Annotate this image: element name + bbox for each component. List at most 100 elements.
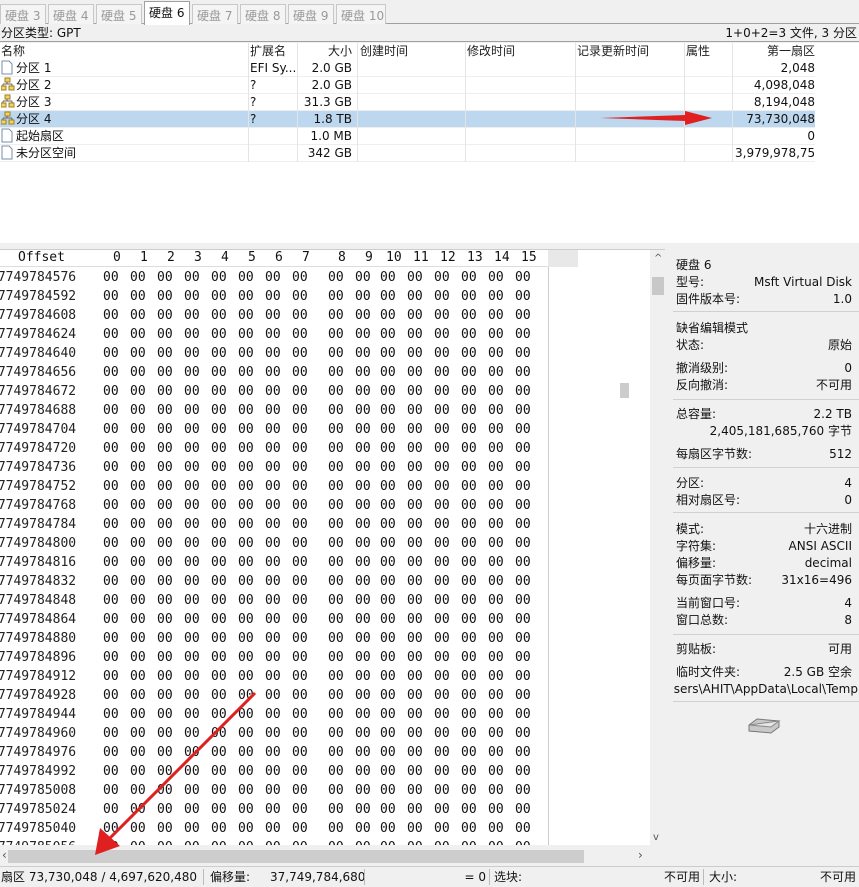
hex-byte[interactable]: 00 — [265, 800, 281, 819]
hex-byte[interactable]: 00 — [184, 553, 200, 572]
col-ext[interactable]: 扩展名 — [250, 43, 286, 60]
hex-byte[interactable]: 00 — [407, 724, 423, 743]
hex-byte[interactable]: 00 — [265, 534, 281, 553]
hex-byte[interactable]: 00 — [157, 268, 173, 287]
hex-byte[interactable]: 00 — [380, 268, 396, 287]
hex-byte[interactable]: 00 — [488, 629, 504, 648]
hex-byte[interactable]: 00 — [238, 325, 254, 344]
hex-byte[interactable]: 00 — [407, 667, 423, 686]
hex-byte[interactable]: 00 — [355, 458, 371, 477]
hex-byte[interactable]: 00 — [488, 496, 504, 515]
tab-disk[interactable]: 硬盘 10 — [336, 4, 386, 24]
hex-byte[interactable]: 00 — [434, 306, 450, 325]
tab-disk[interactable]: 硬盘 5 — [96, 4, 142, 24]
hex-byte[interactable]: 00 — [292, 762, 308, 781]
partition-row[interactable]: 分区 2? 2.0 GB 4,098,048 — [0, 77, 815, 94]
hex-byte[interactable]: 00 — [355, 363, 371, 382]
hex-byte[interactable]: 00 — [238, 648, 254, 667]
hex-byte[interactable]: 00 — [103, 629, 119, 648]
hex-byte[interactable]: 00 — [328, 458, 344, 477]
hex-byte[interactable]: 00 — [265, 610, 281, 629]
col-modified[interactable]: 修改时间 — [467, 43, 515, 60]
hex-byte[interactable]: 00 — [265, 458, 281, 477]
hex-byte[interactable]: 00 — [461, 306, 477, 325]
hex-byte[interactable]: 00 — [157, 667, 173, 686]
hex-byte[interactable]: 00 — [488, 344, 504, 363]
hex-byte[interactable]: 00 — [211, 534, 227, 553]
hex-byte[interactable]: 00 — [461, 496, 477, 515]
hex-byte[interactable]: 00 — [488, 534, 504, 553]
hex-byte[interactable]: 00 — [434, 496, 450, 515]
hex-byte[interactable]: 00 — [265, 686, 281, 705]
hex-byte[interactable]: 00 — [515, 629, 531, 648]
hex-byte[interactable]: 00 — [103, 534, 119, 553]
hex-byte[interactable]: 00 — [238, 382, 254, 401]
tab-disk[interactable]: 硬盘 6 — [144, 1, 190, 25]
hex-byte[interactable]: 00 — [515, 344, 531, 363]
hex-byte[interactable]: 00 — [488, 363, 504, 382]
hex-byte[interactable]: 00 — [355, 382, 371, 401]
hex-byte[interactable]: 00 — [434, 572, 450, 591]
hex-byte[interactable]: 00 — [515, 458, 531, 477]
scroll-thumb[interactable] — [652, 277, 664, 295]
hex-byte[interactable]: 00 — [328, 325, 344, 344]
hex-byte[interactable]: 00 — [130, 553, 146, 572]
hex-byte[interactable]: 00 — [407, 610, 423, 629]
hex-byte[interactable]: 00 — [328, 572, 344, 591]
hex-byte[interactable]: 00 — [130, 306, 146, 325]
hex-byte[interactable]: 00 — [103, 591, 119, 610]
hex-byte[interactable]: 00 — [184, 477, 200, 496]
hex-byte[interactable]: 00 — [130, 344, 146, 363]
hex-byte[interactable]: 00 — [130, 667, 146, 686]
partition-row[interactable]: 分区 3? 31.3 GB 8,194,048 — [0, 94, 815, 111]
hex-byte[interactable]: 00 — [355, 325, 371, 344]
hex-byte[interactable]: 00 — [380, 762, 396, 781]
hex-byte[interactable]: 00 — [434, 458, 450, 477]
hex-byte[interactable]: 00 — [355, 648, 371, 667]
hex-byte[interactable]: 00 — [488, 382, 504, 401]
hex-byte[interactable]: 00 — [157, 458, 173, 477]
hex-byte[interactable]: 00 — [103, 344, 119, 363]
hex-byte[interactable]: 00 — [515, 648, 531, 667]
hex-byte[interactable]: 00 — [515, 819, 531, 838]
hex-byte[interactable]: 00 — [157, 496, 173, 515]
hex-byte[interactable]: 00 — [184, 363, 200, 382]
hex-byte[interactable]: 00 — [265, 477, 281, 496]
hex-byte[interactable]: 00 — [434, 743, 450, 762]
hex-byte[interactable]: 00 — [355, 743, 371, 762]
hex-byte[interactable]: 00 — [515, 306, 531, 325]
hex-byte[interactable]: 00 — [211, 382, 227, 401]
hex-byte[interactable]: 00 — [265, 781, 281, 800]
hex-byte[interactable]: 00 — [211, 344, 227, 363]
hex-byte[interactable]: 00 — [434, 800, 450, 819]
hex-byte[interactable]: 00 — [130, 610, 146, 629]
hex-byte[interactable]: 00 — [434, 553, 450, 572]
hex-byte[interactable]: 00 — [184, 439, 200, 458]
hex-byte[interactable]: 00 — [328, 724, 344, 743]
hex-byte[interactable]: 00 — [488, 477, 504, 496]
hex-byte[interactable]: 00 — [328, 420, 344, 439]
hex-byte[interactable]: 00 — [184, 591, 200, 610]
hex-byte[interactable]: 00 — [265, 382, 281, 401]
hex-byte[interactable]: 00 — [265, 705, 281, 724]
hex-byte[interactable]: 00 — [407, 648, 423, 667]
hex-byte[interactable]: 00 — [184, 458, 200, 477]
hex-byte[interactable]: 00 — [434, 686, 450, 705]
hex-byte[interactable]: 00 — [157, 325, 173, 344]
hex-byte[interactable]: 00 — [238, 572, 254, 591]
hex-byte[interactable]: 00 — [184, 344, 200, 363]
hex-byte[interactable]: 00 — [265, 591, 281, 610]
hex-byte[interactable]: 00 — [238, 344, 254, 363]
hex-byte[interactable]: 00 — [238, 401, 254, 420]
hex-byte[interactable]: 00 — [461, 686, 477, 705]
tab-disk[interactable]: 硬盘 3 — [0, 4, 46, 24]
hex-byte[interactable]: 00 — [515, 762, 531, 781]
hex-byte[interactable]: 00 — [157, 382, 173, 401]
hex-byte[interactable]: 00 — [211, 629, 227, 648]
hex-byte[interactable]: 00 — [238, 287, 254, 306]
hex-byte[interactable]: 00 — [355, 496, 371, 515]
hex-byte[interactable]: 00 — [407, 268, 423, 287]
hex-byte[interactable]: 00 — [407, 420, 423, 439]
vertical-scrollbar[interactable]: ^ v — [650, 250, 665, 846]
col-created[interactable]: 创建时间 — [360, 43, 408, 60]
